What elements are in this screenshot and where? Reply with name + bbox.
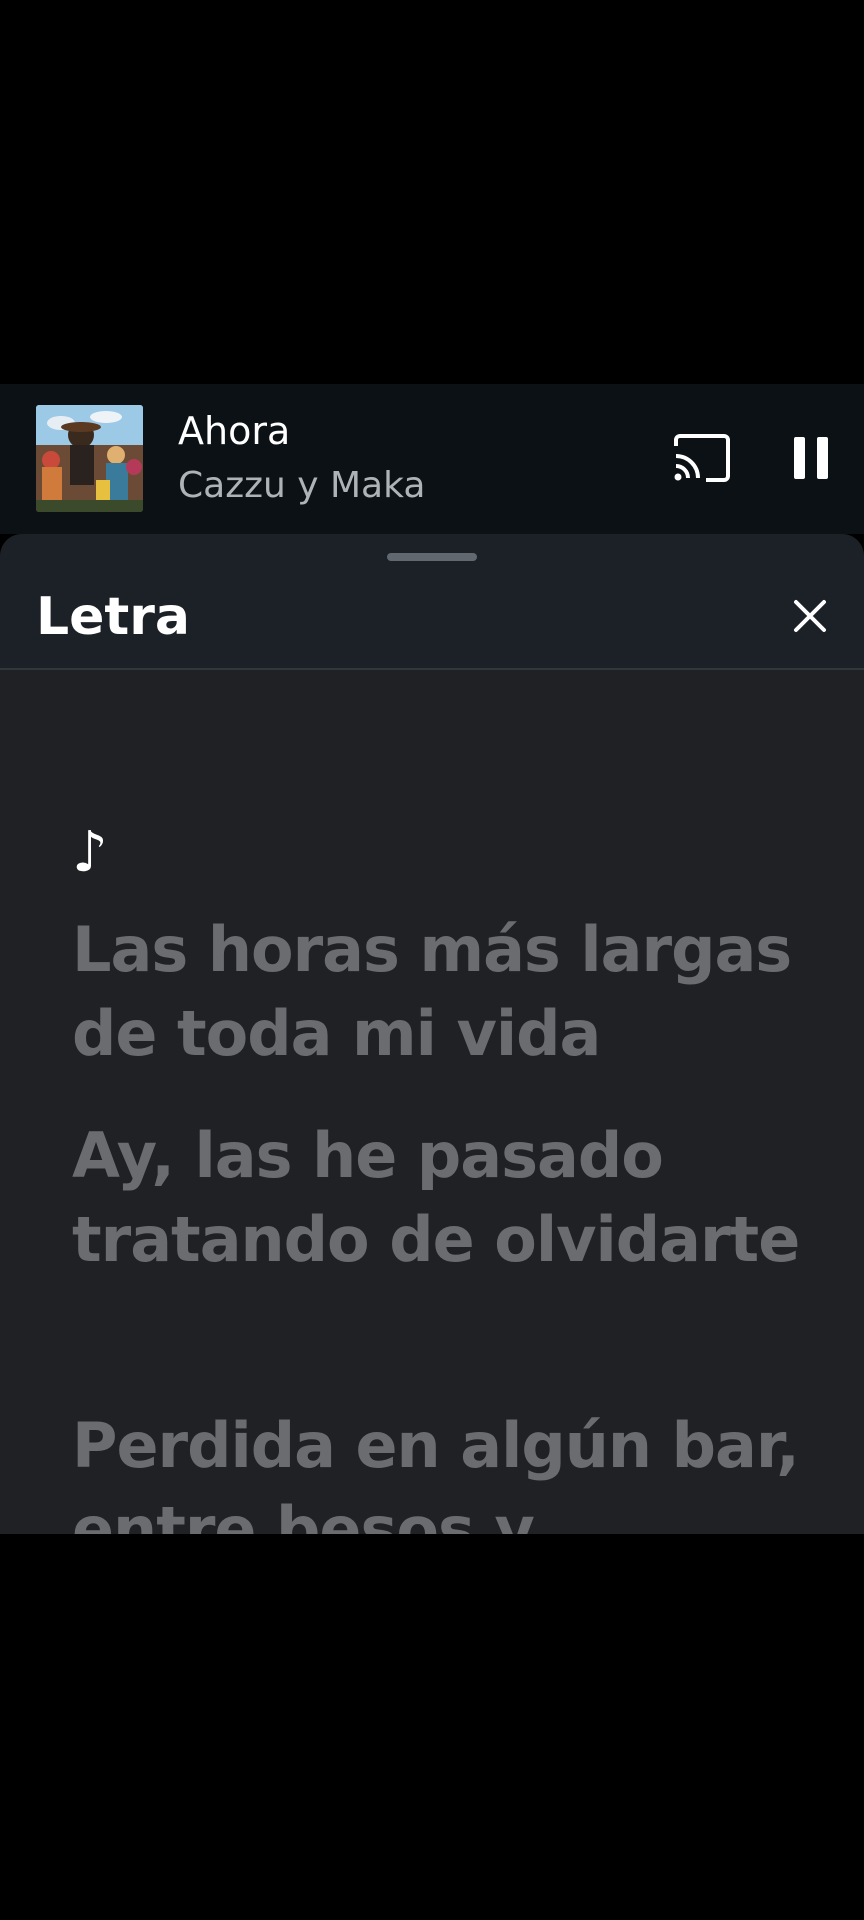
- lyric-line[interactable]: Perdida en algún bar, entre besos y: [72, 1404, 802, 1534]
- album-cover-illustration: [36, 405, 143, 512]
- drag-handle[interactable]: [387, 553, 477, 561]
- track-title: Ahora: [178, 409, 291, 453]
- track-artist: Cazzu y Maka: [178, 465, 426, 506]
- pause-button[interactable]: [782, 429, 840, 487]
- pause-icon: [794, 437, 828, 479]
- close-icon: [794, 600, 826, 632]
- lyric-line[interactable]: Las horas más largas de toda mi vida: [72, 908, 802, 1076]
- cast-icon: [674, 434, 730, 482]
- bottom-blank-area: [0, 1534, 864, 1920]
- lyrics-body[interactable]: ♪ Las horas más largas de toda mi vida A…: [72, 670, 802, 1534]
- lyrics-title: Letra: [36, 587, 190, 647]
- lyric-line[interactable]: Ay, las he pasado tratando de olvidarte: [72, 1114, 802, 1282]
- music-note-icon: ♪: [72, 820, 108, 885]
- cast-button[interactable]: [672, 432, 732, 484]
- mini-player[interactable]: Ahora Cazzu y Maka: [0, 384, 864, 534]
- close-button[interactable]: [786, 592, 834, 640]
- lyrics-sheet: Letra ♪ Las horas más largas de toda mi …: [0, 534, 864, 1534]
- lyrics-sheet-header: Letra: [0, 534, 864, 670]
- album-cover-image: [36, 405, 143, 512]
